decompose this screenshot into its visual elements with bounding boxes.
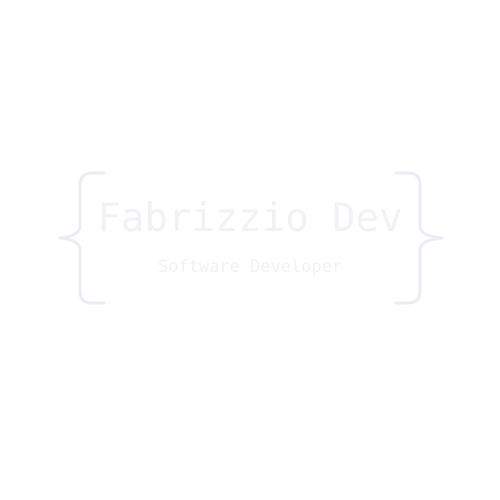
brand-role: Software Developer xyxy=(157,257,343,277)
brand-name: Fabrizzio Dev xyxy=(97,196,403,241)
logo-canvas: Fabrizzio Dev Software Developer xyxy=(0,0,500,500)
